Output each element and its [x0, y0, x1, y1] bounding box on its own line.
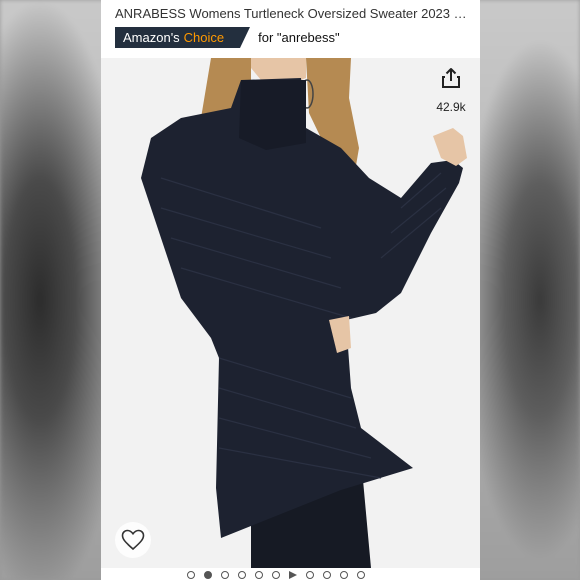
carousel-dot[interactable] [306, 571, 314, 579]
product-image[interactable] [101, 58, 480, 568]
amazons-choice-row: Amazon's Choice for "anrebess" [115, 27, 340, 48]
badge-highlight: Choice [183, 30, 225, 45]
carousel-dot[interactable] [357, 571, 365, 579]
heart-icon [121, 529, 145, 551]
carousel-dot[interactable] [323, 571, 331, 579]
amazons-choice-badge[interactable]: Amazon's Choice [115, 27, 251, 48]
share-count: 42.9k [436, 100, 466, 114]
carousel-dot[interactable] [238, 571, 246, 579]
share-button[interactable] [437, 64, 465, 92]
carousel-dot[interactable] [340, 571, 348, 579]
carousel-dot[interactable] [272, 571, 280, 579]
carousel-dot[interactable] [255, 571, 263, 579]
badge-for-text: for "anrebess" [258, 30, 340, 45]
badge-prefix: Amazon's [123, 30, 180, 45]
carousel-video-indicator[interactable] [289, 571, 297, 579]
share-icon [442, 68, 460, 88]
sweater-illustration [101, 58, 480, 568]
favorite-button[interactable] [115, 522, 151, 558]
product-card: ANRABESS Womens Turtleneck Oversized Swe… [101, 0, 480, 580]
image-carousel-dots [187, 571, 365, 579]
carousel-dot[interactable] [187, 571, 195, 579]
carousel-dot[interactable] [204, 571, 212, 579]
product-title[interactable]: ANRABESS Womens Turtleneck Oversized Swe… [115, 6, 470, 24]
carousel-dot[interactable] [221, 571, 229, 579]
